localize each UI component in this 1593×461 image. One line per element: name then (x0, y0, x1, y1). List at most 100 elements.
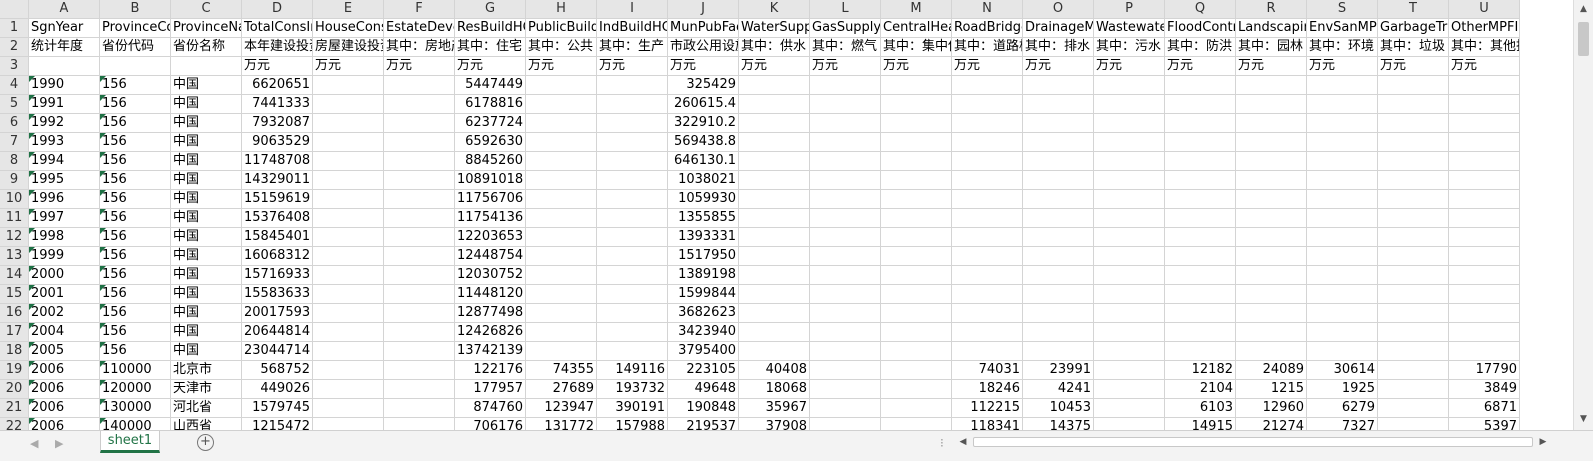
grid-cell[interactable] (1023, 323, 1094, 342)
grid-cell[interactable]: 16068312 (242, 247, 313, 266)
grid-cell[interactable]: 30614 (1307, 361, 1378, 380)
grid-cell[interactable] (313, 323, 384, 342)
grid-cell[interactable] (313, 399, 384, 418)
grid-cell[interactable] (313, 190, 384, 209)
grid-cell[interactable]: 569438.8 (668, 133, 739, 152)
grid-cell[interactable] (1307, 342, 1378, 361)
grid-cell[interactable] (1236, 323, 1307, 342)
grid-cell[interactable]: 9063529 (242, 133, 313, 152)
grid-cell[interactable] (739, 133, 810, 152)
grid-cell[interactable]: 260615.4 (668, 95, 739, 114)
grid-cell[interactable] (881, 266, 952, 285)
grid-cell[interactable] (881, 190, 952, 209)
grid-cell[interactable] (952, 323, 1023, 342)
grid-cell[interactable]: 万元 (313, 57, 384, 76)
grid-cell[interactable]: 156 (100, 114, 171, 133)
grid-cell[interactable] (1307, 323, 1378, 342)
column-header[interactable]: M (881, 0, 952, 19)
grid-cell[interactable] (597, 114, 668, 133)
grid-cell[interactable]: GasSupply (810, 19, 881, 38)
grid-cell[interactable]: 12426826 (455, 323, 526, 342)
grid-cell[interactable] (597, 266, 668, 285)
row-header[interactable]: 10 (0, 190, 29, 209)
grid-cell[interactable]: PublicBuildHC (526, 19, 597, 38)
grid-cell[interactable]: 156 (100, 285, 171, 304)
grid-cell[interactable] (1378, 285, 1449, 304)
grid-cell[interactable]: 10453 (1023, 399, 1094, 418)
grid-cell[interactable]: 7327 (1307, 418, 1378, 430)
grid-cell[interactable]: 568752 (242, 361, 313, 380)
grid-cell[interactable] (1165, 247, 1236, 266)
grid-cell[interactable] (1307, 152, 1378, 171)
grid-cell[interactable] (1378, 361, 1449, 380)
scroll-right-icon[interactable]: ▶ (1535, 434, 1551, 450)
grid-cell[interactable]: 万元 (1165, 57, 1236, 76)
sheet-nav-next-icon[interactable]: ▶ (55, 437, 63, 450)
grid-cell[interactable]: 其中：排水 (1023, 38, 1094, 57)
grid-cell[interactable] (1378, 95, 1449, 114)
grid-cell[interactable] (1236, 247, 1307, 266)
grid-cell[interactable]: 3849 (1449, 380, 1520, 399)
grid-cell[interactable] (739, 304, 810, 323)
grid-cell[interactable]: ResBuildHC (455, 19, 526, 38)
grid-cell[interactable] (881, 285, 952, 304)
grid-cell[interactable] (384, 266, 455, 285)
grid-cell[interactable] (1094, 190, 1165, 209)
grid-cell[interactable] (1236, 152, 1307, 171)
grid-cell[interactable] (597, 247, 668, 266)
grid-cell[interactable]: 其中：防洪 (1165, 38, 1236, 57)
grid-cell[interactable]: EnvSanMP (1307, 19, 1378, 38)
grid-cell[interactable] (597, 209, 668, 228)
grid-cell[interactable]: 322910.2 (668, 114, 739, 133)
grid-cell[interactable] (1378, 380, 1449, 399)
grid-cell[interactable] (526, 247, 597, 266)
grid-cell[interactable]: 5397 (1449, 418, 1520, 430)
grid-cell[interactable]: Landscaping (1236, 19, 1307, 38)
grid-cell[interactable] (1023, 190, 1094, 209)
grid-cell[interactable] (313, 95, 384, 114)
grid-cell[interactable]: 统计年度 (29, 38, 100, 57)
row-header[interactable]: 1 (0, 19, 29, 38)
row-header[interactable]: 5 (0, 95, 29, 114)
grid-cell[interactable]: 其中：污水 (1094, 38, 1165, 57)
grid-cell[interactable]: 156 (100, 228, 171, 247)
grid-cell[interactable]: 156 (100, 190, 171, 209)
grid-cell[interactable] (313, 361, 384, 380)
grid-cell[interactable]: 40408 (739, 361, 810, 380)
grid-cell[interactable] (597, 323, 668, 342)
grid-cell[interactable]: 6620651 (242, 76, 313, 95)
grid-cell[interactable]: MunPubFac (668, 19, 739, 38)
grid-cell[interactable] (810, 133, 881, 152)
grid-cell[interactable] (597, 285, 668, 304)
column-header[interactable]: D (242, 0, 313, 19)
row-header[interactable]: 13 (0, 247, 29, 266)
grid-cell[interactable] (1378, 418, 1449, 430)
grid-cell[interactable] (384, 228, 455, 247)
grid-cell[interactable]: 7441333 (242, 95, 313, 114)
grid-cell[interactable]: 325429 (668, 76, 739, 95)
grid-cell[interactable]: 14375 (1023, 418, 1094, 430)
grid-cell[interactable]: 156 (100, 304, 171, 323)
grid-cell[interactable] (810, 342, 881, 361)
grid-cell[interactable]: 1992 (29, 114, 100, 133)
grid-cell[interactable] (952, 247, 1023, 266)
grid-cell[interactable]: 1059930 (668, 190, 739, 209)
grid-cell[interactable]: 23044714 (242, 342, 313, 361)
vertical-scroll-thumb[interactable] (1578, 22, 1589, 56)
grid-cell[interactable]: 74355 (526, 361, 597, 380)
grid-cell[interactable] (1307, 114, 1378, 133)
grid-cell[interactable] (952, 76, 1023, 95)
grid-cell[interactable]: 5447449 (455, 76, 526, 95)
grid-cell[interactable] (1378, 323, 1449, 342)
grid-cell[interactable]: 其中：园林 (1236, 38, 1307, 57)
grid-cell[interactable] (952, 114, 1023, 133)
row-header[interactable]: 21 (0, 399, 29, 418)
horizontal-scrollbar[interactable]: ◀ ▶ (955, 434, 1550, 450)
column-header[interactable]: H (526, 0, 597, 19)
grid-cell[interactable] (313, 266, 384, 285)
grid-cell[interactable] (1165, 133, 1236, 152)
grid-cell[interactable]: 190848 (668, 399, 739, 418)
column-header[interactable]: F (384, 0, 455, 19)
grid-cell[interactable]: 省份名称 (171, 38, 242, 57)
grid-cell[interactable] (810, 323, 881, 342)
